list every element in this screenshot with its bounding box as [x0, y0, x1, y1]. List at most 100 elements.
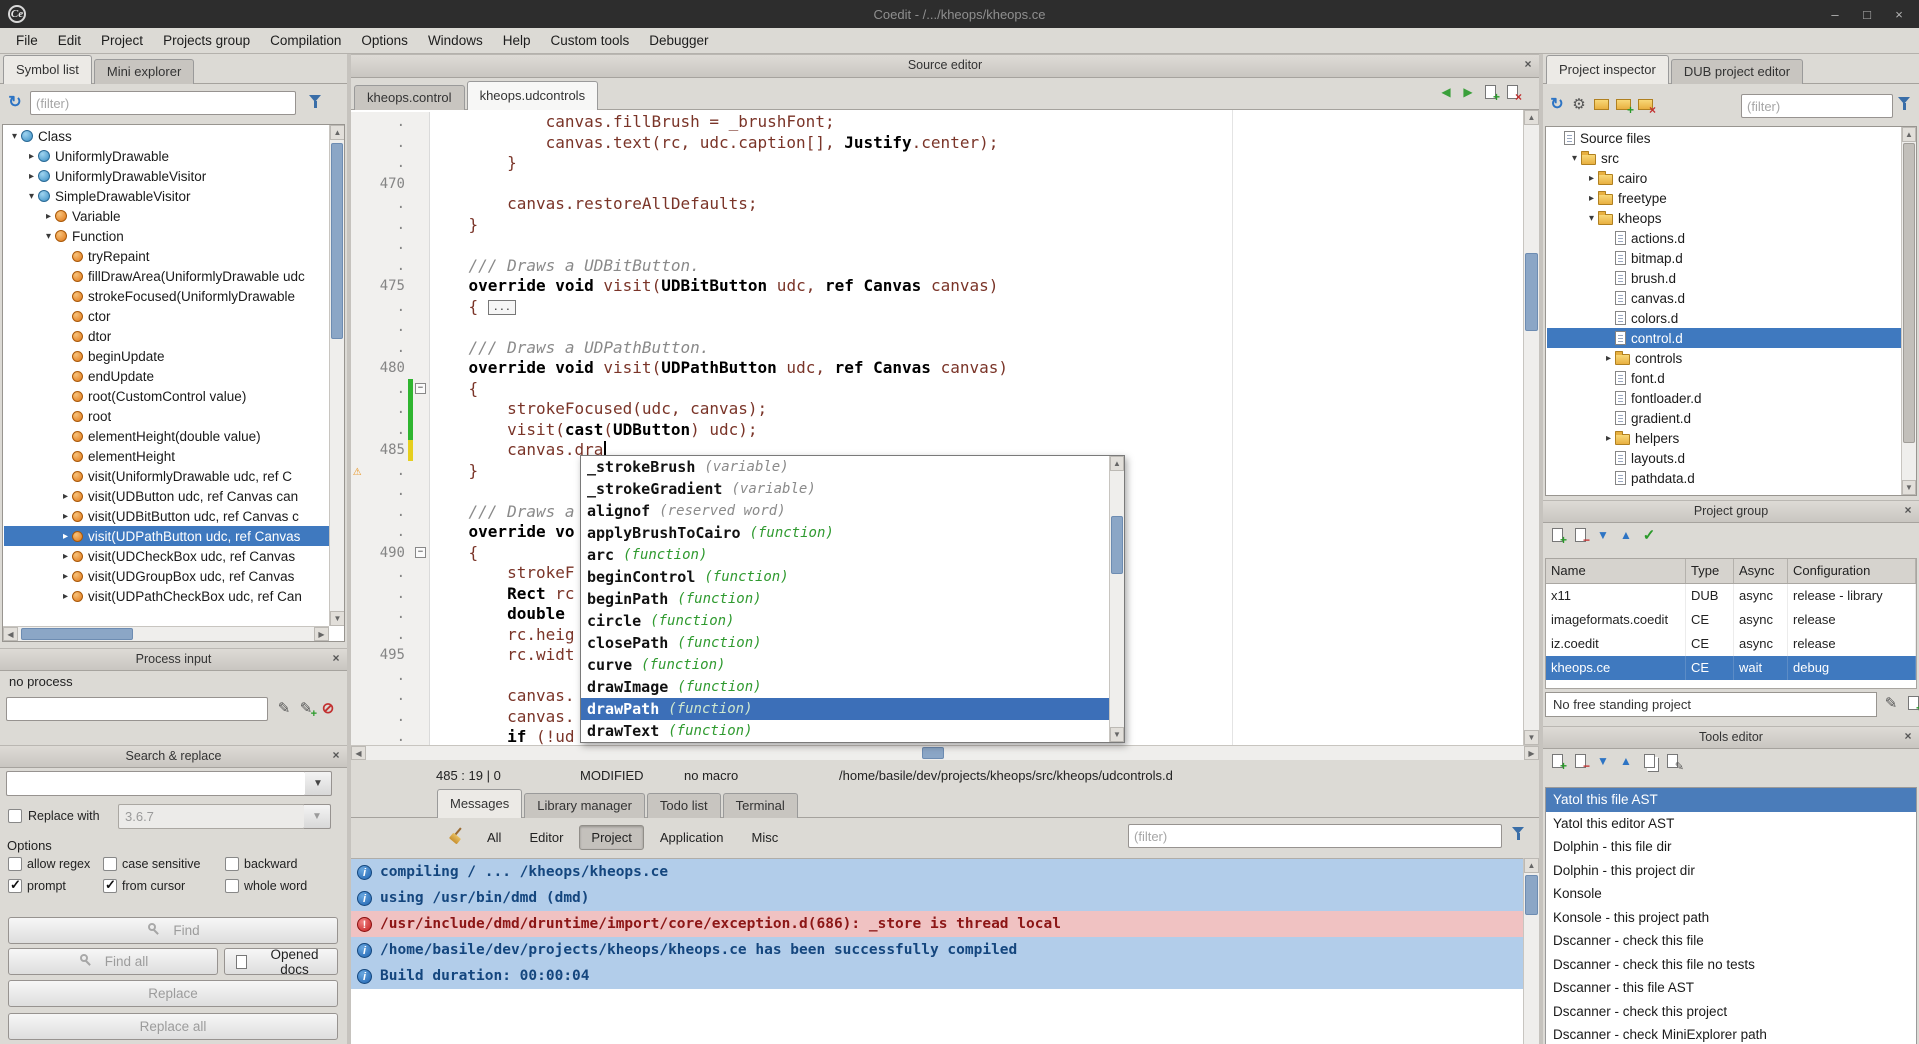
checkbox-allow-regex[interactable]: allow regex [8, 857, 103, 871]
scrollbar-thumb[interactable] [1903, 143, 1915, 443]
symbol-item-dtor[interactable]: dtor [4, 326, 329, 346]
expand-arrow-icon[interactable]: ▸ [25, 171, 38, 182]
filter-editor[interactable]: Editor [517, 825, 575, 850]
code-line[interactable]: . } [351, 215, 1523, 236]
clear-messages-icon[interactable] [447, 826, 467, 846]
gutter-cell[interactable]: . [351, 235, 430, 256]
tab-terminal[interactable]: Terminal [723, 793, 798, 818]
scroll-up-icon[interactable]: ▲ [1524, 858, 1539, 873]
tab-todo-list[interactable]: Todo list [647, 793, 721, 818]
gutter-cell[interactable]: . [351, 317, 430, 338]
file-item-cairo[interactable]: ▸cairo [1547, 168, 1901, 188]
folder-o-icon[interactable] [1591, 94, 1611, 114]
checkbox-box[interactable] [8, 879, 22, 893]
move-up-icon[interactable] [1616, 525, 1636, 545]
code-line[interactable]: . { ... [351, 297, 1523, 318]
symbol-item-visit-udpathcheckbox-udc-ref-can[interactable]: ▸visit(UDPathCheckBox udc, ref Can [4, 586, 329, 606]
column-header-type[interactable]: Type [1686, 559, 1734, 583]
collapse-arrow-icon[interactable]: ▾ [1585, 213, 1598, 224]
tool-item-dolphin-this-file-dir[interactable]: Dolphin - this file dir [1546, 835, 1916, 859]
symbol-item-filldrawarea-uniformlydrawable-udc[interactable]: fillDrawArea(UniformlyDrawable udc [4, 266, 329, 286]
refresh-icon[interactable] [5, 92, 25, 112]
tab-mini-explorer[interactable]: Mini explorer [94, 59, 194, 84]
project-row-imageformats-coedit[interactable]: imageformats.coeditCEasyncrelease [1546, 608, 1916, 632]
symbol-item-visit-udpathbutton-udc-ref-canvas[interactable]: ▸visit(UDPathButton udc, ref Canvas [4, 526, 329, 546]
pen-plus-icon[interactable] [296, 698, 316, 718]
gutter-cell[interactable]: . [351, 604, 430, 625]
symbol-item-simpledrawablevisitor[interactable]: ▾SimpleDrawableVisitor [4, 186, 329, 206]
scrollbar-thumb[interactable] [331, 143, 343, 339]
expand-arrow-icon[interactable]: ▸ [25, 151, 38, 162]
symbol-item-elementheight[interactable]: elementHeight [4, 446, 329, 466]
column-header-configuration[interactable]: Configuration [1788, 559, 1916, 583]
gutter-cell[interactable]: . [351, 153, 430, 174]
menu-projects-group[interactable]: Projects group [153, 30, 260, 51]
project-filter-input[interactable] [1741, 94, 1893, 118]
tab-messages[interactable]: Messages [437, 789, 522, 818]
gutter-cell[interactable]: . [351, 112, 430, 133]
editor-tab-kheops-control[interactable]: kheops.control [354, 85, 465, 110]
gutter-cell[interactable]: . [351, 133, 430, 154]
completion-item-curve[interactable]: curve(function) [581, 654, 1109, 676]
gutter-cell[interactable]: . [351, 194, 430, 215]
message-row[interactable]: iusing /usr/bin/dmd (dmd) [351, 885, 1539, 911]
window-maximize-button[interactable]: □ [1859, 7, 1875, 22]
tool-item-dscanner-check-this-file-no-tests[interactable]: Dscanner - check this file no tests [1546, 953, 1916, 977]
file-item-controls[interactable]: ▸controls [1547, 348, 1901, 368]
replace-all-button[interactable]: Replace all [8, 1013, 338, 1040]
symbol-item-uniformlydrawablevisitor[interactable]: ▸UniformlyDrawableVisitor [4, 166, 329, 186]
completion-item-drawtext[interactable]: drawText(function) [581, 720, 1109, 742]
tab-library-manager[interactable]: Library manager [524, 793, 645, 818]
close-icon[interactable]: × [1901, 730, 1915, 744]
cancel-icon[interactable] [318, 698, 338, 718]
completion-scrollbar[interactable]: ▲ ▼ [1109, 456, 1124, 742]
code-line[interactable]: . /// Draws a UDPathButton. [351, 338, 1523, 359]
tab-symbol-list[interactable]: Symbol list [3, 55, 92, 84]
project-row-kheops-ce[interactable]: kheops.ceCEwaitdebug [1546, 656, 1916, 680]
code-line[interactable]: . canvas.fillBrush = _brushFont; [351, 112, 1523, 133]
scroll-up-icon[interactable]: ▲ [330, 125, 345, 140]
symbol-item-beginupdate[interactable]: beginUpdate [4, 346, 329, 366]
gutter-cell[interactable]: . [351, 399, 430, 420]
code-line[interactable]: 475 override void visit(UDBitButton udc,… [351, 276, 1523, 297]
doc-remove-icon[interactable] [1570, 525, 1590, 545]
expand-arrow-icon[interactable]: ▸ [1602, 433, 1615, 444]
message-filter-input[interactable] [1128, 824, 1502, 848]
menu-help[interactable]: Help [493, 30, 541, 51]
file-item-kheops[interactable]: ▾kheops [1547, 208, 1901, 228]
completion-item-circle[interactable]: circle(function) [581, 610, 1109, 632]
file-item-brush-d[interactable]: brush.d [1547, 268, 1901, 288]
message-row[interactable]: !/usr/include/dmd/druntime/import/core/e… [351, 911, 1539, 937]
scrollbar-thumb[interactable] [1525, 253, 1538, 331]
window-close-button[interactable]: × [1891, 7, 1907, 22]
gutter-cell[interactable]: . [351, 666, 430, 687]
move-down-icon[interactable] [1593, 525, 1613, 545]
code-line[interactable]: . [351, 317, 1523, 338]
code-line[interactable]: . canvas.text(rc, udc.caption[], Justify… [351, 133, 1523, 154]
scroll-left-icon[interactable]: ◀ [3, 627, 18, 641]
symbol-item-elementheight-double-value[interactable]: elementHeight(double value) [4, 426, 329, 446]
symbol-item-function[interactable]: ▾Function [4, 226, 329, 246]
gutter-cell[interactable]: . [351, 215, 430, 236]
checkbox-from-cursor[interactable]: from cursor [103, 879, 225, 893]
symbol-item-uniformlydrawable[interactable]: ▸UniformlyDrawable [4, 146, 329, 166]
checkbox-backward[interactable]: backward [225, 857, 307, 871]
doc-close-icon[interactable] [1502, 82, 1522, 102]
gutter-cell[interactable]: . [351, 727, 430, 745]
symbol-item-visit-udcheckbox-udc-ref-canvas[interactable]: ▸visit(UDCheckBox udc, ref Canvas [4, 546, 329, 566]
expand-arrow-icon[interactable]: ▸ [1602, 353, 1615, 364]
gutter-cell[interactable]: 485 [351, 440, 430, 461]
scroll-up-icon[interactable]: ▲ [1110, 456, 1124, 471]
gutter-cell[interactable]: . [351, 686, 430, 707]
code-line[interactable]: . canvas.restoreAllDefaults; [351, 194, 1523, 215]
gutter-cell[interactable]: . [351, 625, 430, 646]
symbol-tree-vscrollbar[interactable]: ▲ ▼ [329, 125, 344, 626]
symbol-item-root-customcontrol-value[interactable]: root(CustomControl value) [4, 386, 329, 406]
scrollbar-thumb[interactable] [1111, 516, 1123, 574]
message-row[interactable]: icompiling / ... /kheops/kheops.ce [351, 859, 1539, 885]
file-item-bitmap-d[interactable]: bitmap.d [1547, 248, 1901, 268]
expand-arrow-icon[interactable]: ▸ [59, 591, 72, 602]
titlebar[interactable]: Ce Coedit - /.../kheops/kheops.ce –□× [0, 0, 1919, 28]
file-item-control-d[interactable]: control.d [1547, 328, 1901, 348]
symbol-item-strokefocused-uniformlydrawable[interactable]: strokeFocused(UniformlyDrawable [4, 286, 329, 306]
